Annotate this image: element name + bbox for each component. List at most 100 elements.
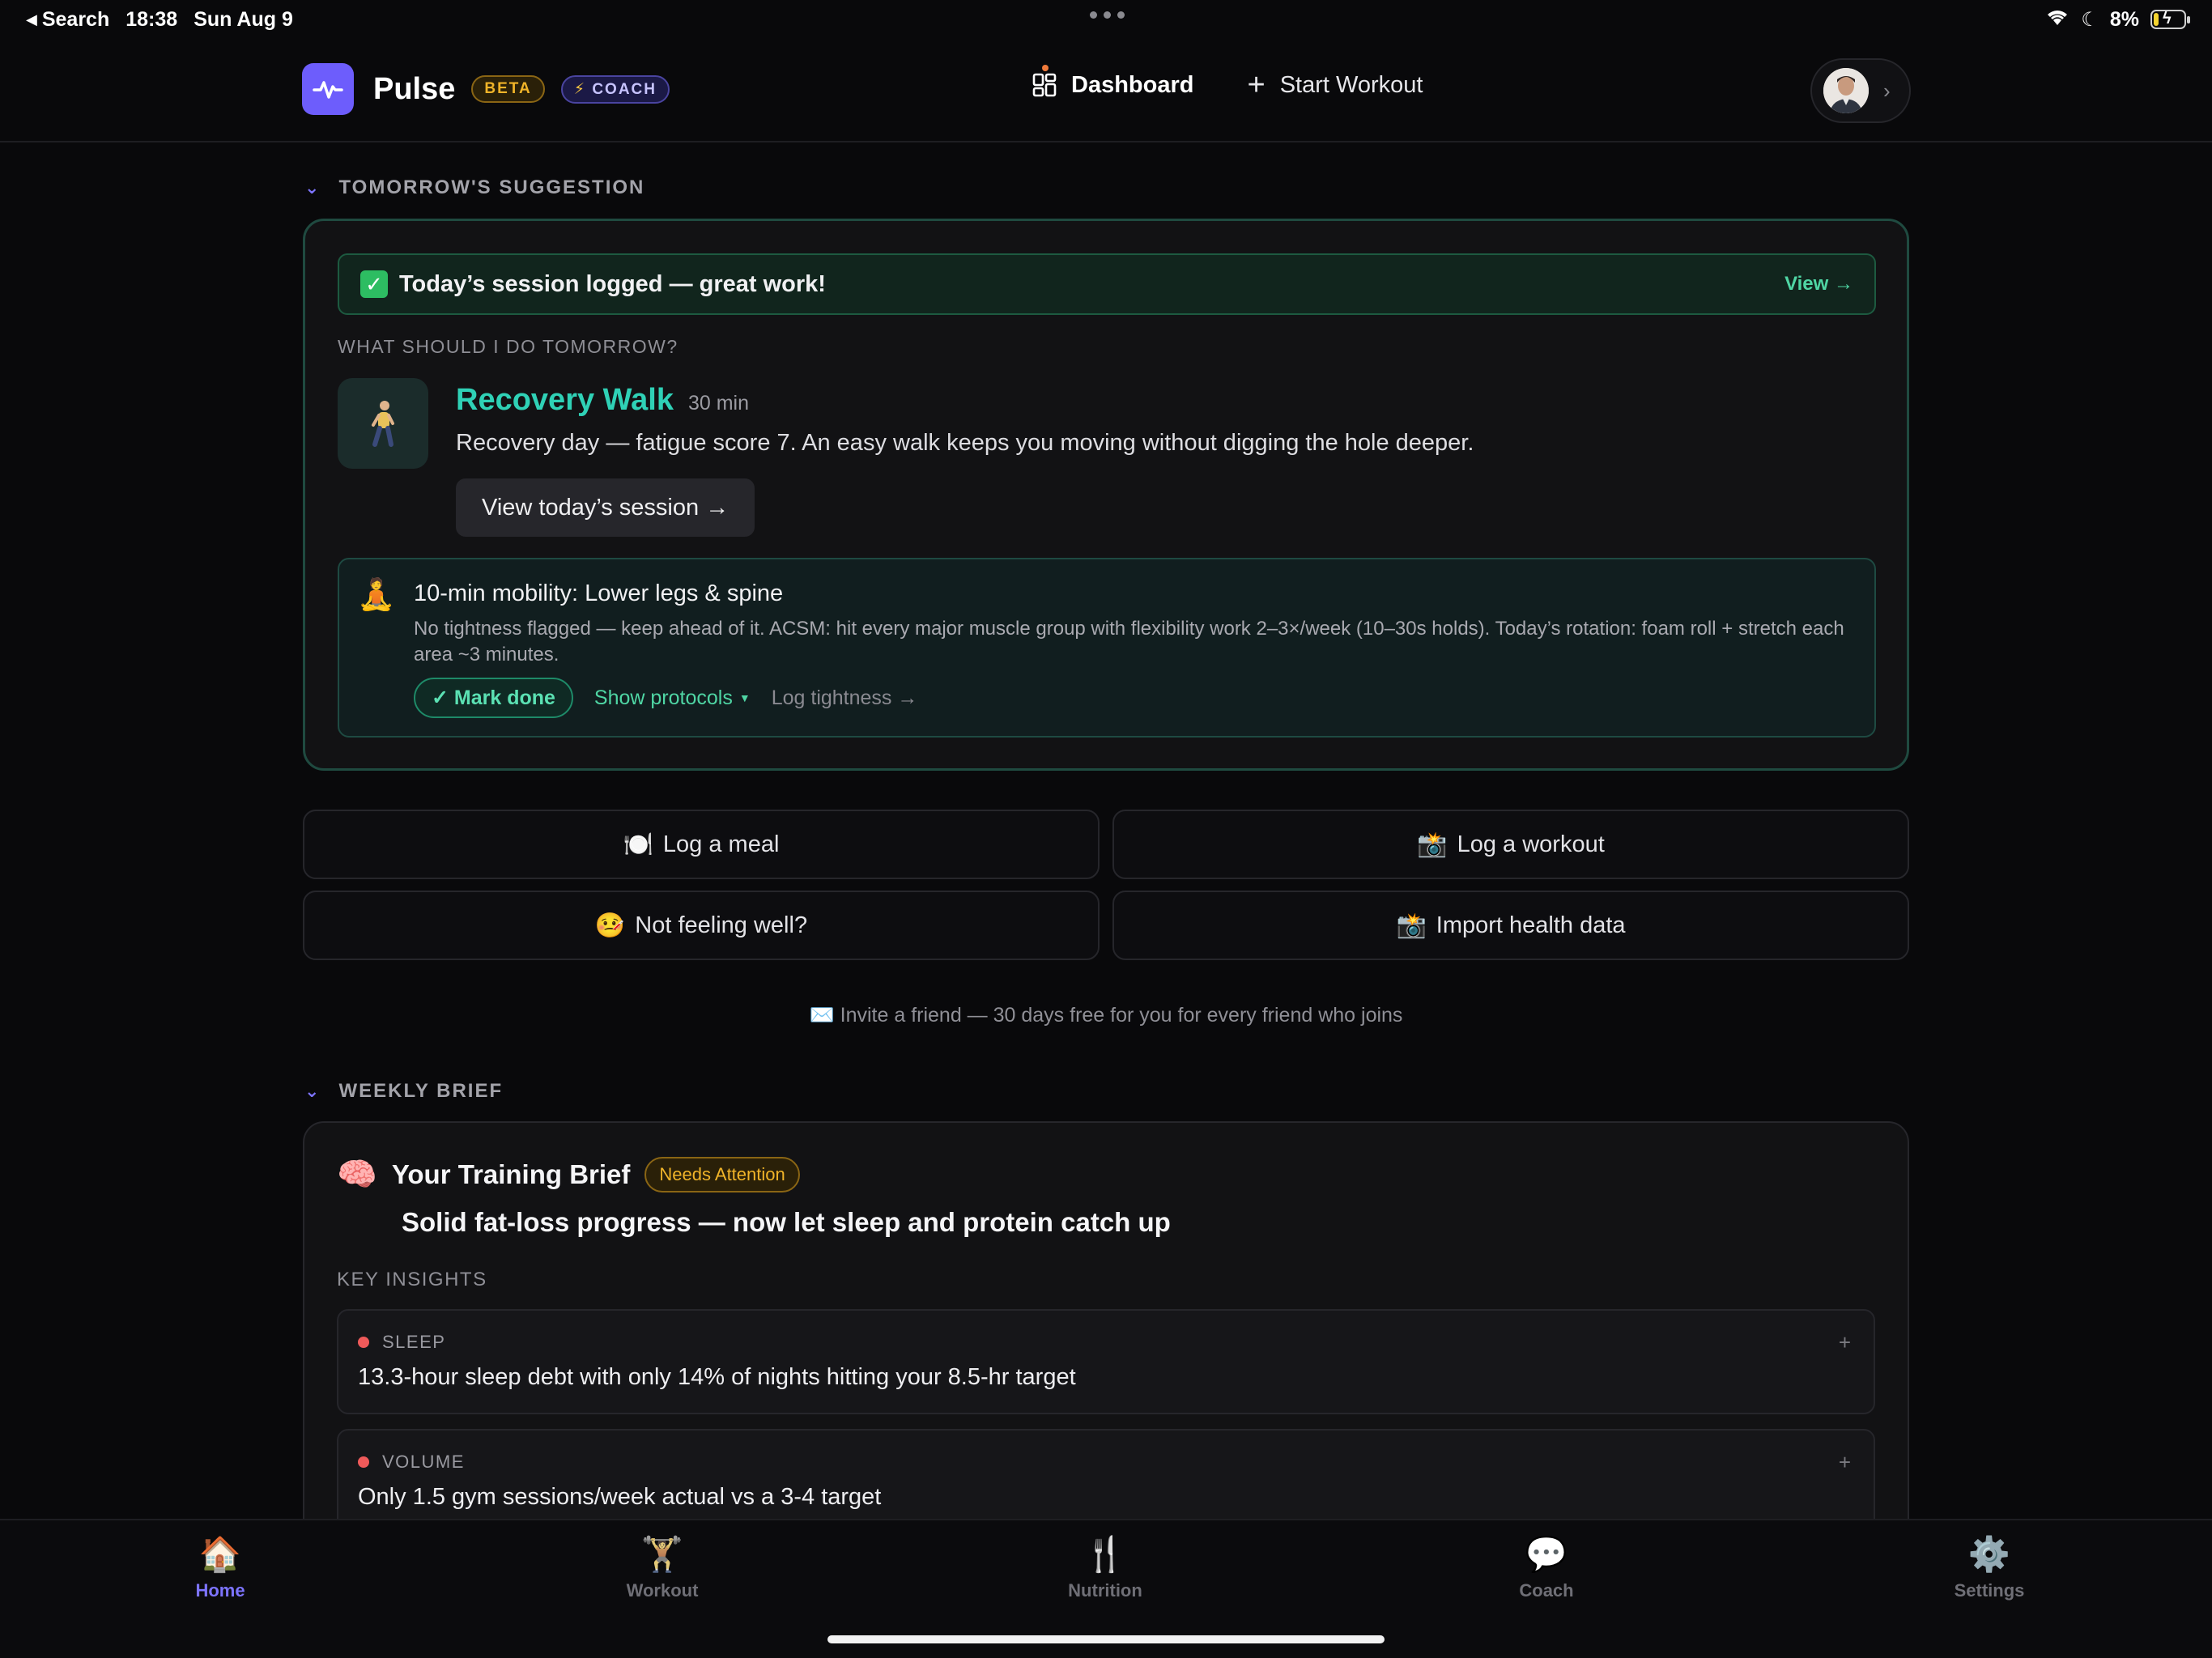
- gear-icon: ⚙️: [1967, 1535, 2011, 1573]
- mark-done-button[interactable]: ✓ Mark done: [414, 678, 573, 718]
- tab-settings-label: Settings: [1954, 1580, 2025, 1601]
- home-icon: 🏠: [198, 1535, 242, 1573]
- show-protocols-toggle[interactable]: Show protocols ▼: [594, 687, 751, 710]
- section-title: WEEKLY BRIEF: [338, 1080, 504, 1102]
- top-navigation: Pulse BETA ⚡ COACH Dashboard + Start Wor…: [0, 39, 2212, 142]
- alert-dot-icon: [358, 1456, 369, 1468]
- alert-dot-icon: [358, 1337, 369, 1348]
- view-session-link[interactable]: View →: [1784, 273, 1853, 295]
- camera-flash-icon: 📸: [1396, 912, 1427, 939]
- sick-face-icon: 🤒: [594, 912, 626, 939]
- invite-text: Invite a friend — 30 days free for you f…: [840, 1004, 1403, 1027]
- back-triangle-icon: ◀: [26, 11, 37, 28]
- camera-flash-icon: 📸: [1417, 831, 1448, 858]
- chevron-down-icon: ⌄: [304, 177, 321, 198]
- back-to-search-link[interactable]: ◀ Search: [26, 8, 109, 32]
- key-insights-label: KEY INSIGHTS: [337, 1269, 487, 1290]
- coach-badge: ⚡ COACH: [560, 74, 670, 104]
- plus-icon: +: [1247, 68, 1266, 102]
- invite-friend-link[interactable]: ✉️ Invite a friend — 30 days free for yo…: [0, 1004, 2212, 1027]
- beta-badge: BETA: [471, 75, 545, 103]
- tab-dashboard-label: Dashboard: [1071, 71, 1194, 98]
- status-badge: Needs Attention: [644, 1156, 800, 1192]
- tab-home[interactable]: 🏠 Home: [123, 1535, 317, 1601]
- session-logged-message: Today’s session logged — great work!: [399, 270, 826, 297]
- not-feeling-well-button[interactable]: 🤒 Not feeling well?: [303, 891, 1100, 960]
- back-label: Search: [41, 7, 110, 31]
- mobility-suggestion: 🧘 10-min mobility: Lower legs & spine No…: [338, 558, 1876, 738]
- weekly-brief-header[interactable]: ⌄ WEEKLY BRIEF: [304, 1080, 503, 1103]
- insight-text: 13.3-hour sleep debt with only 14% of ni…: [358, 1364, 1076, 1390]
- start-workout-button[interactable]: + Start Workout: [1247, 70, 1423, 100]
- fork-knife-icon: 🍴: [1083, 1535, 1127, 1573]
- moon-icon: ☾: [2081, 8, 2099, 31]
- tab-workout[interactable]: 🏋️ Workout: [565, 1535, 759, 1601]
- import-health-data-button[interactable]: 📸 Import health data: [1112, 891, 1909, 960]
- pulse-logo-icon: [302, 63, 354, 115]
- chevron-right-icon: ›: [1883, 78, 1891, 103]
- tab-coach[interactable]: 💬 Coach: [1449, 1535, 1644, 1601]
- brand[interactable]: Pulse BETA ⚡ COACH: [302, 63, 670, 115]
- log-tightness-link[interactable]: Log tightness →: [772, 687, 918, 710]
- show-protocols-label: Show protocols: [593, 686, 733, 709]
- workout-name: Recovery Walk: [456, 383, 674, 417]
- envelope-icon: ✉️: [809, 1004, 835, 1027]
- profile-button[interactable]: ›: [1810, 58, 1911, 123]
- wifi-icon: [2045, 7, 2069, 32]
- coach-badge-label: COACH: [592, 80, 657, 98]
- mobility-body: No tightness flagged — keep ahead of it.…: [414, 618, 1844, 665]
- import-health-label: Import health data: [1436, 912, 1626, 938]
- main-nav: Dashboard + Start Workout: [1032, 65, 1423, 100]
- status-bar: ◀ Search 18:38 Sun Aug 9 ☾ 8% ϟ: [0, 0, 2212, 39]
- mobility-title: 10-min mobility: Lower legs & spine: [414, 580, 784, 606]
- not-feeling-well-label: Not feeling well?: [635, 912, 808, 938]
- battery-charging-icon: ϟ: [2150, 10, 2190, 29]
- status-date: Sun Aug 9: [194, 7, 293, 31]
- app-name: Pulse: [373, 71, 456, 106]
- tomorrow-question: WHAT SHOULD I DO TOMORROW?: [338, 336, 678, 357]
- dashboard-grid-icon: [1032, 65, 1057, 99]
- brief-headline: Solid fat-loss progress — now let sleep …: [402, 1207, 1171, 1237]
- brief-title: Your Training Brief: [391, 1158, 631, 1189]
- tab-coach-label: Coach: [1519, 1580, 1574, 1601]
- insight-text: Only 1.5 gym sessions/week actual vs a 3…: [358, 1484, 882, 1510]
- expand-plus-icon[interactable]: +: [1839, 1330, 1851, 1355]
- expand-plus-icon[interactable]: +: [1839, 1450, 1851, 1475]
- workout-description: Recovery day — fatigue score 7. An easy …: [456, 430, 1474, 456]
- brain-icon: 🧠: [337, 1157, 377, 1192]
- weightlifter-icon: 🏋️: [640, 1535, 684, 1573]
- chevron-down-icon: ⌄: [304, 1081, 321, 1101]
- insight-item-sleep[interactable]: SLEEP + 13.3-hour sleep debt with only 1…: [337, 1309, 1875, 1414]
- view-todays-session-button[interactable]: View today’s session →: [456, 478, 755, 537]
- tab-workout-label: Workout: [626, 1580, 699, 1601]
- insight-category: VOLUME: [382, 1452, 465, 1472]
- log-workout-button[interactable]: 📸 Log a workout: [1112, 810, 1909, 879]
- plate-cutlery-icon: 🍽️: [623, 831, 653, 858]
- home-indicator[interactable]: [827, 1635, 1385, 1643]
- tab-dashboard[interactable]: Dashboard: [1032, 65, 1194, 99]
- suggested-workout-title: Recovery Walk 30 min: [456, 383, 749, 418]
- checkmark-icon: ✓: [360, 270, 388, 298]
- walking-person-icon: [338, 378, 428, 469]
- caret-down-icon: ▼: [738, 691, 751, 704]
- log-workout-label: Log a workout: [1457, 831, 1605, 857]
- start-workout-label: Start Workout: [1279, 71, 1423, 98]
- insight-category: SLEEP: [382, 1332, 446, 1352]
- tab-home-label: Home: [195, 1580, 245, 1601]
- chat-bubble-icon: 💬: [1525, 1535, 1568, 1573]
- status-time: 18:38: [125, 7, 178, 31]
- tomorrows-suggestion-header[interactable]: ⌄ TOMORROW'S SUGGESTION: [304, 176, 644, 199]
- log-meal-button[interactable]: 🍽️ Log a meal: [303, 810, 1100, 879]
- multitasking-dots-icon[interactable]: [1090, 11, 1125, 19]
- tab-settings[interactable]: ⚙️ Settings: [1892, 1535, 2087, 1601]
- battery-percent: 8%: [2109, 7, 2139, 31]
- workout-duration: 30 min: [687, 392, 749, 414]
- log-meal-label: Log a meal: [662, 831, 780, 857]
- session-logged-banner: ✓ Today’s session logged — great work! V…: [338, 253, 1876, 315]
- avatar: [1823, 68, 1869, 113]
- suggestion-card: ✓ Today’s session logged — great work! V…: [303, 219, 1909, 771]
- tab-nutrition-label: Nutrition: [1068, 1580, 1142, 1601]
- meditating-person-icon: 🧘: [357, 578, 396, 612]
- tab-nutrition[interactable]: 🍴 Nutrition: [1008, 1535, 1202, 1601]
- section-title: TOMORROW'S SUGGESTION: [338, 176, 645, 198]
